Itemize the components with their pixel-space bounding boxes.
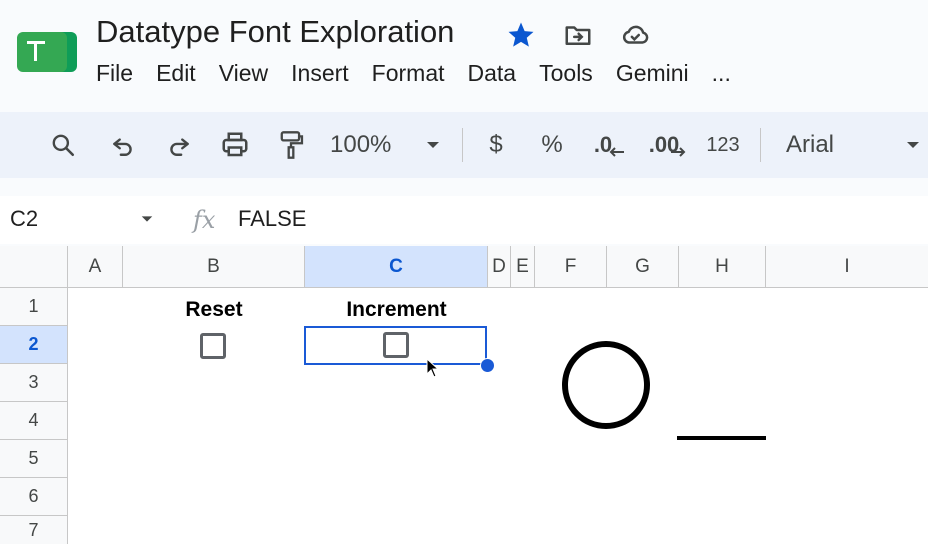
fx-icon: fx bbox=[193, 206, 216, 234]
row-header-6[interactable]: 6 bbox=[0, 478, 68, 516]
menu-file[interactable]: File bbox=[96, 60, 133, 87]
print-icon bbox=[222, 132, 248, 157]
row-header-2[interactable]: 2 bbox=[0, 326, 68, 364]
row-header-5[interactable]: 5 bbox=[0, 440, 68, 478]
undo-icon bbox=[113, 138, 132, 156]
menu-data[interactable]: Data bbox=[468, 60, 517, 87]
mouse-pointer-icon bbox=[426, 358, 440, 378]
redo-icon bbox=[170, 138, 189, 156]
increase-decimal-button[interactable]: .00 bbox=[646, 112, 690, 178]
document-title[interactable]: Datatype Font Exploration bbox=[96, 14, 454, 50]
redo-button[interactable] bbox=[164, 112, 194, 178]
line-drawing[interactable] bbox=[677, 436, 766, 440]
zoom-value: 100% bbox=[330, 131, 392, 158]
percent-format-button[interactable]: % bbox=[536, 112, 568, 178]
caret-down-icon bbox=[427, 142, 439, 148]
paint-format-button[interactable] bbox=[276, 112, 306, 178]
sheets-logo-icon[interactable] bbox=[17, 30, 77, 74]
fill-handle[interactable] bbox=[480, 358, 495, 373]
zoom-dropdown-button[interactable] bbox=[420, 112, 446, 178]
menu-insert[interactable]: Insert bbox=[291, 60, 349, 87]
percent-symbol: % bbox=[541, 131, 563, 158]
column-header-h[interactable]: H bbox=[679, 246, 766, 288]
menu-gemini[interactable]: Gemini bbox=[616, 60, 689, 87]
column-header-i[interactable]: I bbox=[766, 246, 928, 288]
menu-bar: File Edit View Insert Format Data Tools … bbox=[96, 60, 731, 87]
font-family-value: Arial bbox=[786, 131, 835, 158]
column-header-a[interactable]: A bbox=[68, 246, 123, 288]
name-box-dropdown-icon[interactable] bbox=[140, 214, 154, 224]
menu-edit[interactable]: Edit bbox=[156, 60, 196, 87]
undo-button[interactable] bbox=[108, 112, 138, 178]
arrow-left-icon bbox=[609, 147, 625, 157]
reset-checkbox[interactable] bbox=[200, 333, 226, 359]
print-button[interactable] bbox=[218, 112, 252, 178]
row-header-7[interactable]: 7 bbox=[0, 516, 68, 544]
column-header-e[interactable]: E bbox=[511, 246, 535, 288]
move-to-folder-icon[interactable] bbox=[563, 20, 593, 50]
column-header-d[interactable]: D bbox=[488, 246, 511, 288]
decrease-decimal-button[interactable]: .0 bbox=[590, 112, 630, 178]
currency-symbol: $ bbox=[489, 131, 503, 158]
row-header-4[interactable]: 4 bbox=[0, 402, 68, 440]
cloud-saved-icon[interactable] bbox=[620, 20, 650, 50]
toolbar: 100% $ % .0 .00 123 Arial bbox=[0, 112, 928, 178]
font-family-select[interactable]: Arial bbox=[786, 112, 906, 178]
column-header-g[interactable]: G bbox=[607, 246, 679, 288]
menu-tools[interactable]: Tools bbox=[539, 60, 593, 87]
row-header-3[interactable]: 3 bbox=[0, 364, 68, 402]
column-header-b[interactable]: B bbox=[123, 246, 305, 288]
caret-down-icon bbox=[907, 142, 919, 148]
search-icon bbox=[52, 134, 75, 157]
cell-c1[interactable]: Increment bbox=[305, 298, 488, 322]
circle-drawing[interactable] bbox=[562, 341, 650, 429]
menu-view[interactable]: View bbox=[219, 60, 268, 87]
toolbar-divider bbox=[462, 128, 463, 162]
zoom-select[interactable]: 100% bbox=[330, 112, 410, 178]
selected-cell-c2[interactable] bbox=[304, 326, 487, 365]
cell-b1[interactable]: Reset bbox=[123, 298, 305, 322]
menu-format[interactable]: Format bbox=[372, 60, 445, 87]
name-box[interactable]: C2 bbox=[10, 206, 38, 232]
currency-format-button[interactable]: $ bbox=[482, 112, 510, 178]
formula-input[interactable]: FALSE bbox=[238, 206, 306, 232]
font-dropdown-button[interactable] bbox=[900, 112, 926, 178]
paint-format-icon bbox=[280, 131, 304, 159]
menu-more[interactable]: ... bbox=[712, 60, 731, 87]
star-icon[interactable] bbox=[506, 20, 536, 50]
spreadsheet-grid[interactable] bbox=[0, 246, 928, 544]
number-format-button[interactable]: 123 bbox=[704, 112, 742, 178]
select-all-corner[interactable] bbox=[0, 246, 68, 288]
number-format-label: 123 bbox=[706, 133, 740, 156]
toolbar-divider bbox=[760, 128, 761, 162]
row-header-1[interactable]: 1 bbox=[0, 288, 68, 326]
column-header-c[interactable]: C bbox=[305, 246, 488, 288]
search-menus-button[interactable] bbox=[46, 112, 80, 178]
arrow-right-icon bbox=[671, 147, 686, 157]
column-header-f[interactable]: F bbox=[535, 246, 607, 288]
